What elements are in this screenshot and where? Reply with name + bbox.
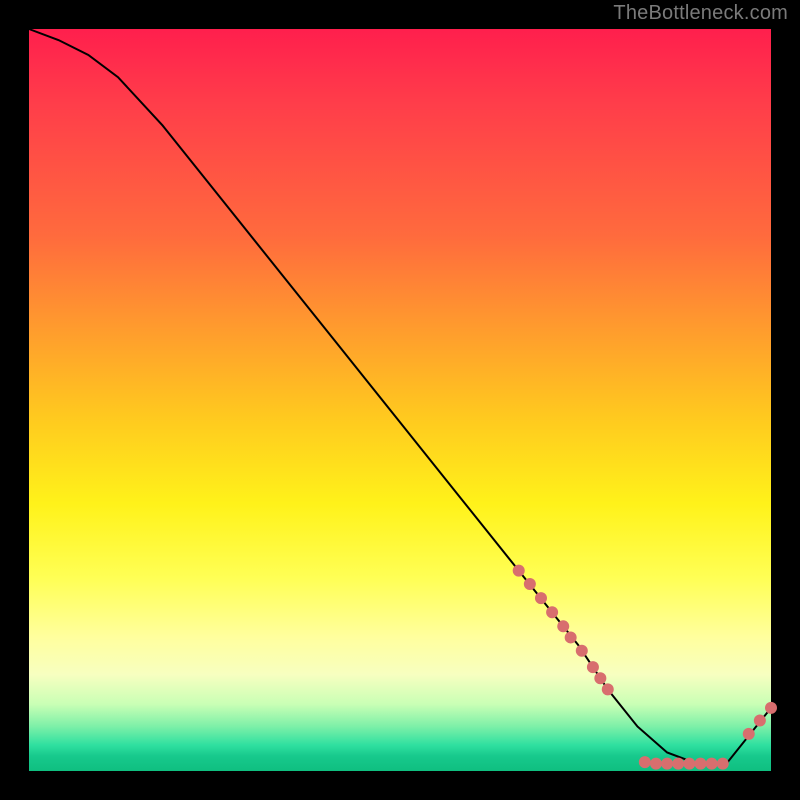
chart-plot-area: [29, 29, 771, 771]
attribution-text: TheBottleneck.com: [613, 2, 788, 25]
chart-frame: TheBottleneck.com: [0, 0, 800, 800]
chart-marker: [650, 758, 662, 770]
chart-marker: [706, 758, 718, 770]
chart-line: [29, 29, 771, 764]
chart-marker: [602, 683, 614, 695]
chart-marker: [594, 672, 606, 684]
chart-markers: [513, 565, 777, 770]
chart-marker: [576, 645, 588, 657]
chart-marker: [743, 728, 755, 740]
chart-marker: [513, 565, 525, 577]
chart-marker: [672, 758, 684, 770]
chart-marker: [639, 756, 651, 768]
chart-marker: [754, 715, 766, 727]
chart-svg: [29, 29, 771, 771]
chart-marker: [717, 758, 729, 770]
chart-marker: [524, 578, 536, 590]
chart-marker: [557, 620, 569, 632]
chart-marker: [565, 631, 577, 643]
chart-marker: [535, 592, 547, 604]
chart-marker: [661, 758, 673, 770]
chart-marker: [695, 758, 707, 770]
chart-marker: [765, 702, 777, 714]
chart-marker: [546, 606, 558, 618]
chart-marker: [683, 758, 695, 770]
chart-marker: [587, 661, 599, 673]
